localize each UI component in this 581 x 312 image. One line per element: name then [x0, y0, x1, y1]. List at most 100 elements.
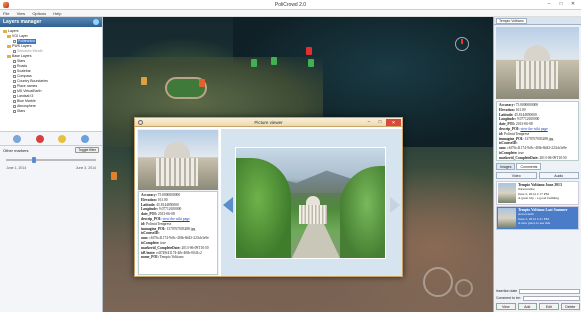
attribute-key: isComplete:: [141, 240, 160, 245]
attribute-value: e4f749f41174-4fb-40fb-0041c2: [156, 250, 202, 255]
picture-viewer-main: [221, 129, 402, 276]
poi-marker[interactable]: [111, 172, 117, 180]
attribute-value: 1370767003288.jpg: [166, 226, 196, 231]
next-arrow-icon[interactable]: [390, 197, 400, 213]
close-button[interactable]: ✕: [386, 119, 401, 126]
add-button[interactable]: Add: [517, 303, 537, 310]
attribute-key: id:: [141, 221, 146, 226]
poi-marker[interactable]: [141, 77, 147, 85]
attribute-value: c6f76c41174-9c8c-40fb-8d43-223cb3e9e: [507, 146, 567, 151]
comment-item[interactable]: Tempio Voltiano Last Summer sterrovanib Ju…: [496, 206, 579, 230]
close-button[interactable]: ✕: [567, 1, 579, 8]
layer-tree-item[interactable]: Stars: [3, 109, 99, 114]
checkbox[interactable]: [13, 100, 16, 103]
comment-label: Comment to be:: [496, 296, 521, 300]
insertion-date-field[interactable]: [519, 288, 580, 294]
attribute-value: 9.07712650000: [158, 207, 182, 212]
checkbox[interactable]: [13, 50, 16, 53]
pan-control-icon[interactable]: [423, 267, 453, 297]
checkbox[interactable]: [13, 40, 16, 43]
wiki-link[interactable]: view the wiki page: [162, 217, 189, 221]
checkbox[interactable]: [13, 60, 16, 63]
date-from: June 1, 2014: [6, 166, 27, 170]
attribute-key: descrip_POI:: [141, 216, 162, 221]
checkbox[interactable]: [13, 105, 16, 108]
toggle-filter-button[interactable]: Toggle filter: [75, 147, 99, 153]
attribute-key: immagine_POI:: [499, 136, 524, 141]
comment-list: Tempio Voltiano June 2013 ilarioacasbe Jun…: [494, 181, 581, 230]
attribute-value: 161.00: [515, 107, 526, 112]
checkbox[interactable]: [13, 95, 16, 98]
poi-marker[interactable]: [199, 79, 205, 87]
attribute-key: isComplete:: [499, 150, 518, 155]
layer-label: Stars: [17, 109, 26, 113]
folder-icon: [3, 30, 7, 33]
maximize-button[interactable]: □: [375, 119, 385, 124]
slider-knob[interactable]: [32, 157, 37, 163]
tab-comments[interactable]: Comments: [516, 163, 542, 170]
checkbox[interactable]: [13, 90, 16, 93]
layer-tree: Layers VGI Layer Politecnico PWS Layers Sema…: [0, 27, 102, 132]
delete-button[interactable]: Delete: [560, 303, 580, 310]
title-bar: PoliCrowd 2.0 – □ ✕: [0, 0, 581, 10]
poi-marker[interactable]: [308, 59, 314, 67]
eye-icon[interactable]: [13, 134, 22, 143]
checkbox[interactable]: [13, 65, 16, 68]
checkbox[interactable]: [13, 80, 16, 83]
poi-marker-selected[interactable]: [306, 47, 312, 55]
attribute-key: Latitude:: [499, 112, 514, 117]
picture-viewer-dialog: Picture viewer – □ ✕ Accuracy: 75.000000…: [134, 117, 403, 277]
checkbox[interactable]: [13, 75, 16, 78]
attribute-value: PoliniciTemprese: [146, 221, 172, 226]
stop-icon[interactable]: [35, 134, 44, 143]
date-range: June 1, 2014 June 3, 2014: [0, 166, 102, 170]
insertion-date-row: Insertion date: [496, 288, 580, 294]
poi-tab-label[interactable]: Tempio Voltiano: [496, 18, 527, 24]
comment-field[interactable]: [522, 295, 580, 301]
menu-view[interactable]: View: [14, 10, 29, 17]
temple-picture: [512, 45, 562, 91]
picture-viewer-sidebar: Accuracy: 75.0000000000 Elevation: 161.00…: [137, 129, 219, 276]
comment-item[interactable]: Tempio Voltiano June 2013 ilarioacasbe Jun…: [496, 181, 579, 205]
info-icon[interactable]: [93, 19, 99, 25]
previous-arrow-icon[interactable]: [223, 197, 233, 213]
compass-icon[interactable]: [455, 37, 469, 51]
zoom-control-icon[interactable]: [455, 279, 473, 297]
video-button[interactable]: Video: [496, 172, 537, 179]
attribute-key: Longitude:: [141, 207, 158, 212]
date-slider[interactable]: [6, 156, 96, 164]
poi-marker[interactable]: [271, 57, 277, 65]
menu-help[interactable]: Help: [50, 10, 64, 17]
globe-icon[interactable]: [80, 134, 89, 143]
comment-text-block: Tempio Voltiano Last Summer sterrovanib Ju…: [518, 208, 568, 228]
minimize-button[interactable]: –: [364, 119, 374, 124]
menu-options[interactable]: Options: [29, 10, 49, 17]
picture-viewer-titlebar: Picture viewer – □ ✕: [135, 118, 402, 127]
layer-toolbar: [0, 132, 102, 146]
action-buttons: View Add Edit Delete: [496, 303, 580, 310]
wiki-link[interactable]: view the wiki page: [520, 127, 547, 131]
attribute-value: 2013-06-08: [157, 212, 175, 217]
attribute-key: markerid_CompleteDate:: [499, 155, 539, 160]
menu-file[interactable]: File: [0, 10, 12, 17]
view-button[interactable]: View: [496, 303, 516, 310]
layers-manager-title: Layers manager: [3, 19, 42, 25]
poi-marker[interactable]: [251, 59, 257, 67]
media-buttons: Video Audio: [496, 172, 579, 179]
attribute-key: Accuracy:: [499, 103, 515, 107]
attribute-value: 9.07712650000: [516, 117, 540, 122]
attribute-value: 2013-06-09T10:50: [539, 155, 567, 160]
edit-button[interactable]: Edit: [539, 303, 559, 310]
audio-button[interactable]: Audio: [538, 172, 579, 179]
maximize-button[interactable]: □: [555, 1, 567, 8]
poi-tab[interactable]: Tempio Voltiano: [494, 17, 581, 25]
star-icon[interactable]: [58, 134, 67, 143]
attribute-value: 2013-06-08: [515, 122, 533, 127]
checkbox[interactable]: [13, 110, 16, 113]
minimize-button[interactable]: –: [543, 1, 555, 8]
checkbox[interactable]: [13, 70, 16, 73]
tab-images[interactable]: Images: [496, 163, 516, 170]
attribute-value: Tempio Voltiano: [159, 255, 184, 260]
attribute-key: id:: [499, 131, 504, 136]
checkbox[interactable]: [13, 85, 16, 88]
